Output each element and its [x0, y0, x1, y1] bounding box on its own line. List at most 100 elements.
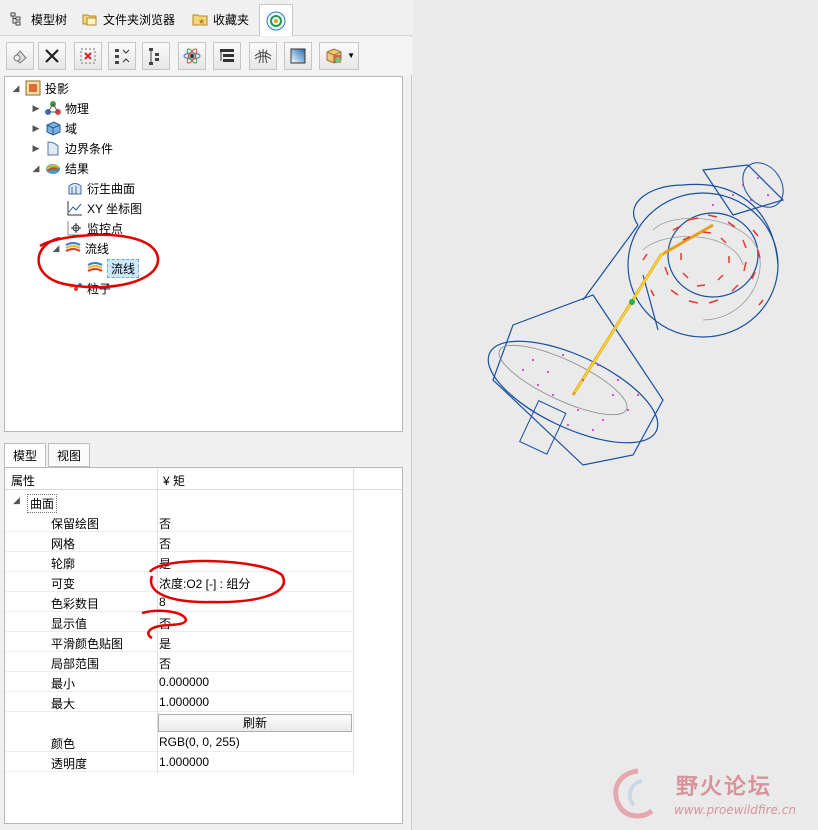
- graphics-viewport[interactable]: 野火论坛 www.proewildfire.cn: [413, 0, 818, 830]
- model-render: [487, 162, 785, 466]
- xy-plot-icon: [67, 200, 83, 216]
- property-value[interactable]: 0.000000: [159, 675, 209, 689]
- shape-button[interactable]: [6, 42, 34, 70]
- property-row[interactable]: 可变 浓度:O2 [-] : 组分: [5, 572, 355, 592]
- cube-dropdown-button[interactable]: ▼: [319, 42, 359, 70]
- collapse-arrow-icon[interactable]: ◢: [11, 83, 21, 94]
- watermark: 野火论坛 www.proewildfire.cn: [608, 763, 818, 827]
- tree-item-streamline[interactable]: 流线: [87, 258, 140, 278]
- property-row[interactable]: 色彩数目 8: [5, 592, 355, 612]
- particles-icon: [67, 280, 83, 296]
- property-row[interactable]: 轮廓 是: [5, 552, 355, 572]
- tree-item-streamline-group[interactable]: ◢ 流线: [51, 238, 109, 258]
- tab-folder-browser[interactable]: 文件夹浏览器: [76, 4, 181, 34]
- tree-item-monitor-points[interactable]: 监控点: [67, 218, 123, 238]
- watermark-url: www.proewildfire.cn: [674, 803, 796, 817]
- expand-arrow-icon[interactable]: ▶: [31, 143, 41, 154]
- tab-flow-analysis[interactable]: [259, 4, 293, 36]
- property-name: 最小: [51, 677, 76, 691]
- tree-item-results[interactable]: ◢ 结果: [31, 158, 89, 178]
- property-name: 平滑颜色贴图: [51, 637, 124, 651]
- tree-item-label: 域: [65, 121, 78, 136]
- gradient-button[interactable]: [284, 42, 312, 70]
- refresh-button[interactable]: 刷新: [158, 714, 352, 732]
- tree-item-projection[interactable]: ◢ 投影: [11, 78, 69, 98]
- remove-icon: [80, 48, 96, 64]
- left-panel: 模型树 文件夹浏览器 ★ 收藏夹 ▼ ◢ 投影 ▶ 物理 ▶ 域 ▶ 边界条件 …: [0, 0, 412, 830]
- volute-top-edge: [632, 183, 779, 266]
- tree-item-label: 流线: [85, 241, 110, 256]
- particles-cloud: [522, 177, 769, 431]
- flow-analysis-icon: [266, 11, 286, 31]
- property-value[interactable]: 是: [159, 635, 171, 652]
- gradient-icon: [290, 48, 306, 64]
- property-row-color[interactable]: 颜色 RGB(0, 0, 255): [5, 732, 355, 752]
- property-row[interactable]: 平滑颜色贴图 是: [5, 632, 355, 652]
- folder-icon: [82, 11, 98, 27]
- delete-button[interactable]: [38, 42, 66, 70]
- property-value[interactable]: 是: [159, 555, 171, 572]
- list-button[interactable]: [213, 42, 241, 70]
- expand-button[interactable]: [142, 42, 170, 70]
- tab-model-tree[interactable]: 模型树: [4, 4, 73, 34]
- inlet-rim: [487, 340, 659, 444]
- tree-item-label: 投影: [45, 81, 70, 96]
- property-row[interactable]: 最小 0.000000: [5, 672, 355, 692]
- expand-arrow-icon[interactable]: ▶: [31, 123, 41, 134]
- property-value[interactable]: 8: [159, 595, 166, 609]
- property-name: 颜色: [51, 737, 76, 751]
- toolbar: ▼: [0, 37, 412, 75]
- property-tabs: 模型 视图: [4, 443, 91, 467]
- property-row[interactable]: 保留绘图 否: [5, 512, 355, 532]
- property-row[interactable]: 最大 1.000000: [5, 692, 355, 712]
- cube-icon: [326, 48, 342, 64]
- tab-favorites[interactable]: ★ 收藏夹: [186, 4, 255, 34]
- physics-icon: [183, 48, 201, 64]
- property-value[interactable]: 否: [159, 535, 171, 552]
- tree-item-domain[interactable]: ▶ 域: [31, 118, 77, 138]
- mesh-button[interactable]: [249, 42, 277, 70]
- tree-item-particles[interactable]: 粒子: [67, 278, 111, 298]
- property-value[interactable]: 否: [159, 615, 171, 632]
- monitor-point-marker: [629, 299, 635, 305]
- property-row[interactable]: 显示值 否: [5, 612, 355, 632]
- property-value[interactable]: 浓度:O2 [-] : 组分: [159, 575, 250, 592]
- collapse-button[interactable]: [108, 42, 136, 70]
- property-row[interactable]: 局部范围 否: [5, 652, 355, 672]
- property-name: 轮廓: [51, 557, 76, 571]
- physics-node-icon: [45, 100, 61, 116]
- remove-button[interactable]: [74, 42, 102, 70]
- tree-item-xy-plot[interactable]: XY 坐标图: [67, 198, 142, 218]
- physics-button[interactable]: [178, 42, 206, 70]
- property-name: 网格: [51, 537, 76, 551]
- collapse-arrow-icon[interactable]: ◢: [13, 495, 20, 506]
- collapse-arrow-icon[interactable]: ◢: [31, 163, 41, 174]
- collapse-arrow-icon[interactable]: ◢: [51, 243, 61, 254]
- tree-item-label: XY 坐标图: [87, 201, 143, 216]
- property-value[interactable]: 否: [159, 515, 171, 532]
- list-icon: [220, 49, 234, 62]
- streamline-icon: [87, 260, 103, 276]
- tree-item-derived-surface[interactable]: 衍生曲面: [67, 178, 135, 198]
- group-row[interactable]: ◢ 曲面: [5, 492, 355, 513]
- inlet-cone: [492, 294, 664, 466]
- property-value[interactable]: 1.000000: [159, 755, 209, 769]
- tab-view[interactable]: 视图: [48, 443, 91, 467]
- header-property: 属性: [11, 474, 36, 488]
- tree-item-physics[interactable]: ▶ 物理: [31, 98, 89, 118]
- property-value[interactable]: 1.000000: [159, 695, 209, 709]
- tab-model[interactable]: 模型: [4, 443, 47, 467]
- property-table: 属性 ¥ 矩 ◢ 曲面 保留绘图否 网格否 轮廓是 可变 浓度:O2 [-] : …: [4, 467, 403, 824]
- property-value[interactable]: 否: [159, 655, 171, 672]
- streamline-swirl: [642, 214, 764, 306]
- tree-item-label: 边界条件: [65, 141, 114, 156]
- streamline-core: [574, 251, 664, 393]
- property-value[interactable]: RGB(0, 0, 255): [159, 735, 240, 749]
- property-row-opacity[interactable]: 透明度 1.000000: [5, 752, 355, 772]
- tab-folder-browser-label: 文件夹浏览器: [103, 12, 176, 27]
- property-name: 透明度: [51, 757, 88, 771]
- property-row[interactable]: 网格 否: [5, 532, 355, 552]
- tree-item-boundary[interactable]: ▶ 边界条件: [31, 138, 113, 158]
- monitor-points-icon: [67, 220, 83, 236]
- expand-arrow-icon[interactable]: ▶: [31, 103, 41, 114]
